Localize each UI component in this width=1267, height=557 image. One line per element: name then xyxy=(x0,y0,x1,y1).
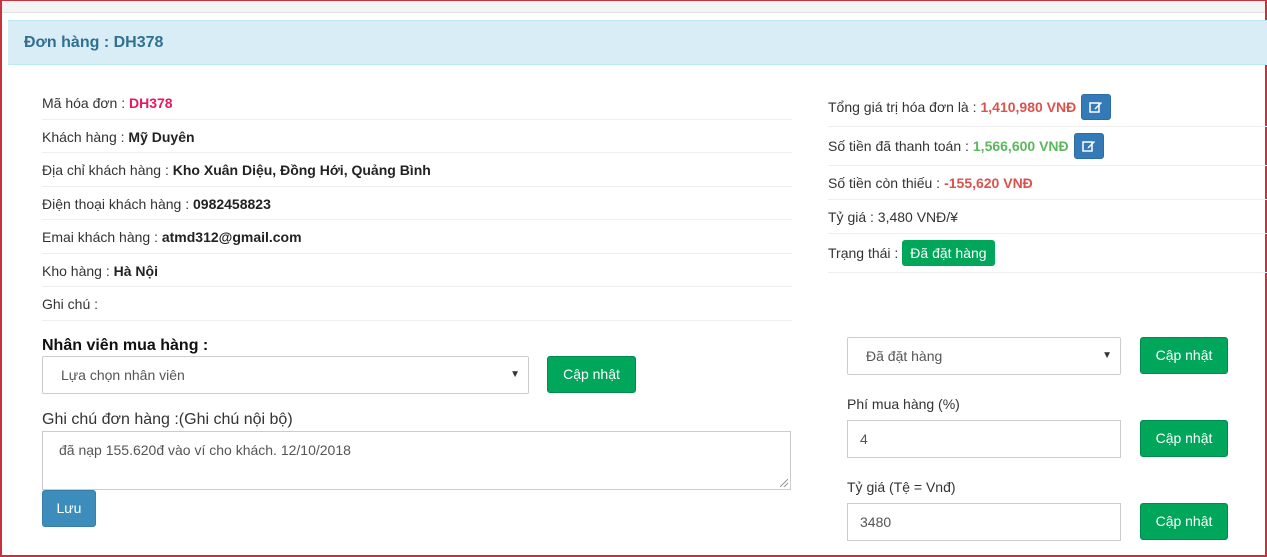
fee-input-value: 4 xyxy=(860,431,868,447)
order-code-value: DH378 xyxy=(129,95,173,111)
summary-status-row: Trạng thái : Đã đặt hàng xyxy=(828,234,1267,273)
window-border-top xyxy=(0,0,1267,1)
page-title: Đơn hàng : DH378 xyxy=(24,34,164,51)
status-select-value: Đã đặt hàng xyxy=(866,348,943,364)
address-label: Địa chỉ khách hàng : xyxy=(42,162,169,178)
panel-heading: Đơn hàng : DH378 xyxy=(8,20,1267,65)
phone-value: 0982458823 xyxy=(193,195,271,212)
email-label: Emai khách hàng : xyxy=(42,229,158,245)
warehouse-value: Hà Nội xyxy=(113,262,158,279)
internal-note-textarea[interactable]: đã nạp 155.620đ vào ví cho khách. 12/10/… xyxy=(42,431,791,490)
window-border-left xyxy=(0,0,2,557)
info-row-order-code: Mã hóa đơn : DH378 xyxy=(42,86,792,120)
info-row-warehouse: Kho hàng : Hà Nội xyxy=(42,254,792,287)
staff-select-value: Lựa chọn nhân viên xyxy=(61,367,185,383)
missing-label: Số tiền còn thiếu : xyxy=(828,174,941,191)
info-row-note: Ghi chú : xyxy=(42,287,792,321)
resize-handle[interactable] xyxy=(780,479,788,487)
order-code-label: Mã hóa đơn : xyxy=(42,95,126,111)
rate-input[interactable]: 3480 xyxy=(847,503,1121,541)
warehouse-label: Kho hàng : xyxy=(42,262,110,279)
summary-missing-row: Số tiền còn thiếu : -155,620 VNĐ xyxy=(828,166,1267,200)
order-summary: Tổng giá trị hóa đơn là : 1,410,980 VNĐ … xyxy=(828,88,1267,273)
internal-note-text: đã nạp 155.620đ vào ví cho khách. 12/10/… xyxy=(59,442,351,458)
staff-section-title: Nhân viên mua hàng : xyxy=(42,337,209,354)
chevron-down-icon: ▼ xyxy=(510,369,520,380)
info-row-phone: Điện thoại khách hàng : 0982458823 xyxy=(42,187,792,220)
info-row-email: Emai khách hàng : atmd312@gmail.com xyxy=(42,220,792,254)
staff-select[interactable]: Lựa chọn nhân viên ▼ xyxy=(42,356,529,394)
status-update-button[interactable]: Cập nhật xyxy=(1140,337,1228,374)
paid-value: 1,566,600 VNĐ xyxy=(972,138,1069,154)
phone-label: Điện thoại khách hàng : xyxy=(42,195,190,212)
email-value: atmd312@gmail.com xyxy=(161,229,302,245)
note-label: Ghi chú : xyxy=(42,296,99,312)
edit-icon xyxy=(1081,141,1095,152)
summary-rate-row: Tỷ giá : 3,480 VNĐ/¥ xyxy=(828,200,1267,234)
info-row-address: Địa chỉ khách hàng : Kho Xuân Diệu, Đồng… xyxy=(42,153,792,187)
rate-text: Tỷ giá : 3,480 VNĐ/¥ xyxy=(828,208,958,225)
summary-paid-row: Số tiền đã thanh toán : 1,566,600 VNĐ xyxy=(828,127,1267,166)
internal-note-label: Ghi chú đơn hàng :(Ghi chú nội bộ) xyxy=(42,411,293,428)
total-value: 1,410,980 VNĐ xyxy=(980,99,1077,115)
paid-label: Số tiền đã thanh toán : xyxy=(828,138,969,154)
rate-update-button[interactable]: Cập nhật xyxy=(1140,503,1228,540)
info-row-customer: Khách hàng : Mỹ Duyên xyxy=(42,120,792,153)
save-note-button[interactable]: Lưu xyxy=(42,490,96,527)
total-label: Tổng giá trị hóa đơn là : xyxy=(828,99,977,115)
status-label: Trạng thái : xyxy=(828,245,899,261)
window-top-bar xyxy=(0,0,1267,13)
summary-total-row: Tổng giá trị hóa đơn là : 1,410,980 VNĐ xyxy=(828,88,1267,127)
rate-input-value: 3480 xyxy=(860,514,892,530)
staff-update-button[interactable]: Cập nhật xyxy=(547,356,636,393)
status-select[interactable]: Đã đặt hàng ▼ xyxy=(847,337,1121,375)
fee-label: Phí mua hàng (%) xyxy=(847,396,960,412)
address-value: Kho Xuân Diệu, Đồng Hới, Quảng Bình xyxy=(172,162,431,178)
chevron-down-icon: ▼ xyxy=(1102,350,1112,361)
edit-icon xyxy=(1089,102,1103,113)
rate-label: Tỷ giá (Tệ = Vnđ) xyxy=(847,479,956,495)
status-badge: Đã đặt hàng xyxy=(902,240,995,266)
customer-label: Khách hàng : xyxy=(42,128,125,145)
edit-paid-button[interactable] xyxy=(1073,133,1104,159)
fee-input[interactable]: 4 xyxy=(847,420,1121,458)
order-info-list: Mã hóa đơn : DH378 Khách hàng : Mỹ Duyên… xyxy=(42,86,792,321)
customer-value: Mỹ Duyên xyxy=(128,128,195,145)
fee-update-button[interactable]: Cập nhật xyxy=(1140,420,1228,457)
missing-value: -155,620 VNĐ xyxy=(944,174,1033,191)
edit-total-button[interactable] xyxy=(1081,94,1112,120)
